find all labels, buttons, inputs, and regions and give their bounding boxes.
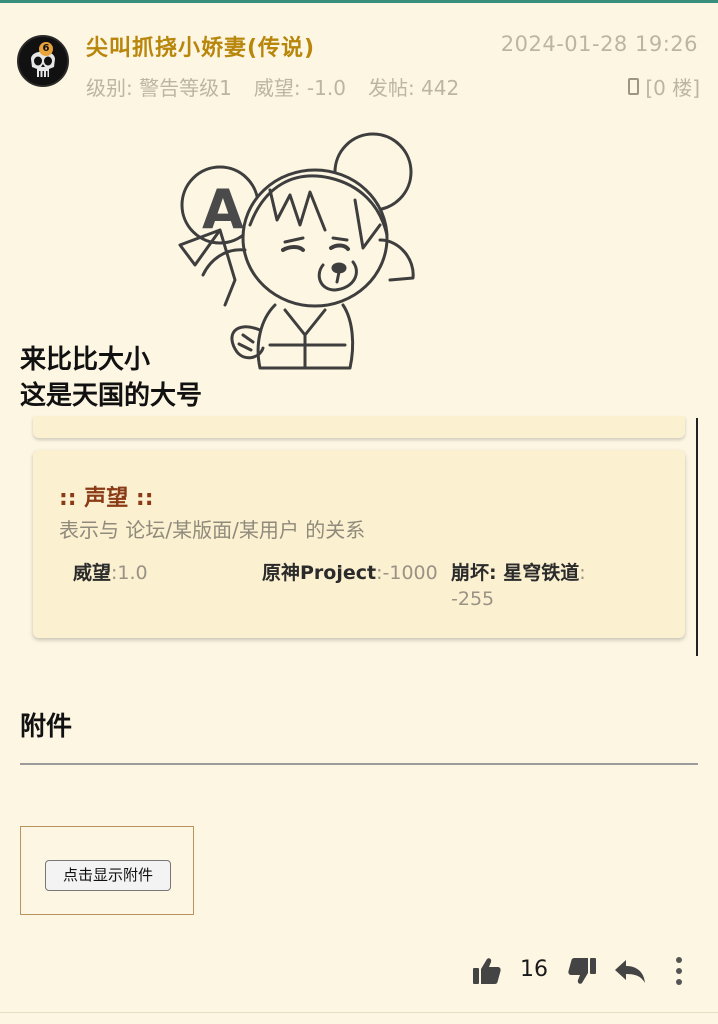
user-prestige: 威望: -1.0 xyxy=(253,76,346,100)
screenshot-edge-line xyxy=(696,418,698,656)
like-button[interactable] xyxy=(470,954,504,988)
post-timestamp: 2024-01-28 19:26 xyxy=(500,32,698,56)
more-vertical-icon xyxy=(676,957,682,985)
user-meta: 级别: 警告等级1 威望: -1.0 发帖: 442 xyxy=(86,72,459,101)
reputation-item-value: :1.0 xyxy=(111,562,148,584)
username[interactable]: 尖叫抓挠小娇妻(传说) xyxy=(86,30,315,62)
reputation-item: 威望:1.0 xyxy=(73,558,148,585)
attachments-divider xyxy=(20,763,698,765)
attachments-box: 点击显示附件 xyxy=(20,826,194,915)
reply-icon xyxy=(615,960,645,983)
avatar[interactable]: 6 xyxy=(17,35,69,87)
user-level: 级别: 警告等级1 xyxy=(86,76,232,100)
like-count: 16 xyxy=(520,957,548,982)
user-post-count: 发帖: 442 xyxy=(367,76,460,100)
thumbs-down-icon xyxy=(568,958,596,984)
dislike-button[interactable] xyxy=(565,954,599,988)
svg-text:A: A xyxy=(202,178,244,241)
post-content: 来比比大小 这是天国的大号 xyxy=(20,342,202,414)
content-line: 这是天国的大号 xyxy=(20,381,203,411)
reputation-subtitle: 表示与 论坛/某版面/某用户 的关系 xyxy=(59,518,366,542)
attachments-heading: 附件 xyxy=(20,712,73,742)
reputation-item: 原神Project:-1000 xyxy=(262,558,438,585)
reply-button[interactable] xyxy=(612,954,648,988)
reputation-item-value: :-1000 xyxy=(376,562,438,584)
floor-info[interactable]: [0 楼] xyxy=(628,72,700,101)
reputation-item-label: 原神Project xyxy=(262,562,377,584)
mobile-phone-icon xyxy=(628,78,640,95)
reputation-item-label: 崩坏: 星穹铁道 xyxy=(451,562,580,584)
reputation-item: 崩坏: 星穹铁道: xyxy=(451,558,586,585)
avatar-level-badge: 6 xyxy=(39,42,53,56)
reputation-card: :: 声望 :: 表示与 论坛/某版面/某用户 的关系 威望:1.0 原神Pro… xyxy=(33,450,685,638)
screenshot-panel-remnant xyxy=(33,416,685,438)
reputation-item-label: 威望 xyxy=(73,562,112,584)
show-attachments-button[interactable]: 点击显示附件 xyxy=(45,860,171,891)
more-options-button[interactable] xyxy=(668,954,690,988)
thumbs-up-icon xyxy=(473,958,501,984)
cartoon-girl-sticker-icon: A xyxy=(178,132,415,370)
reputation-item-value-wrap: -255 xyxy=(451,588,495,610)
post-bottom-divider xyxy=(0,1012,718,1013)
reputation-item-value: : xyxy=(579,562,586,584)
sticker-image[interactable]: A xyxy=(165,130,435,375)
content-line: 来比比大小 xyxy=(20,345,151,375)
reputation-title: :: 声望 :: xyxy=(59,486,154,511)
floor-number: [0 楼] xyxy=(645,76,700,100)
top-accent-bar xyxy=(0,0,718,3)
